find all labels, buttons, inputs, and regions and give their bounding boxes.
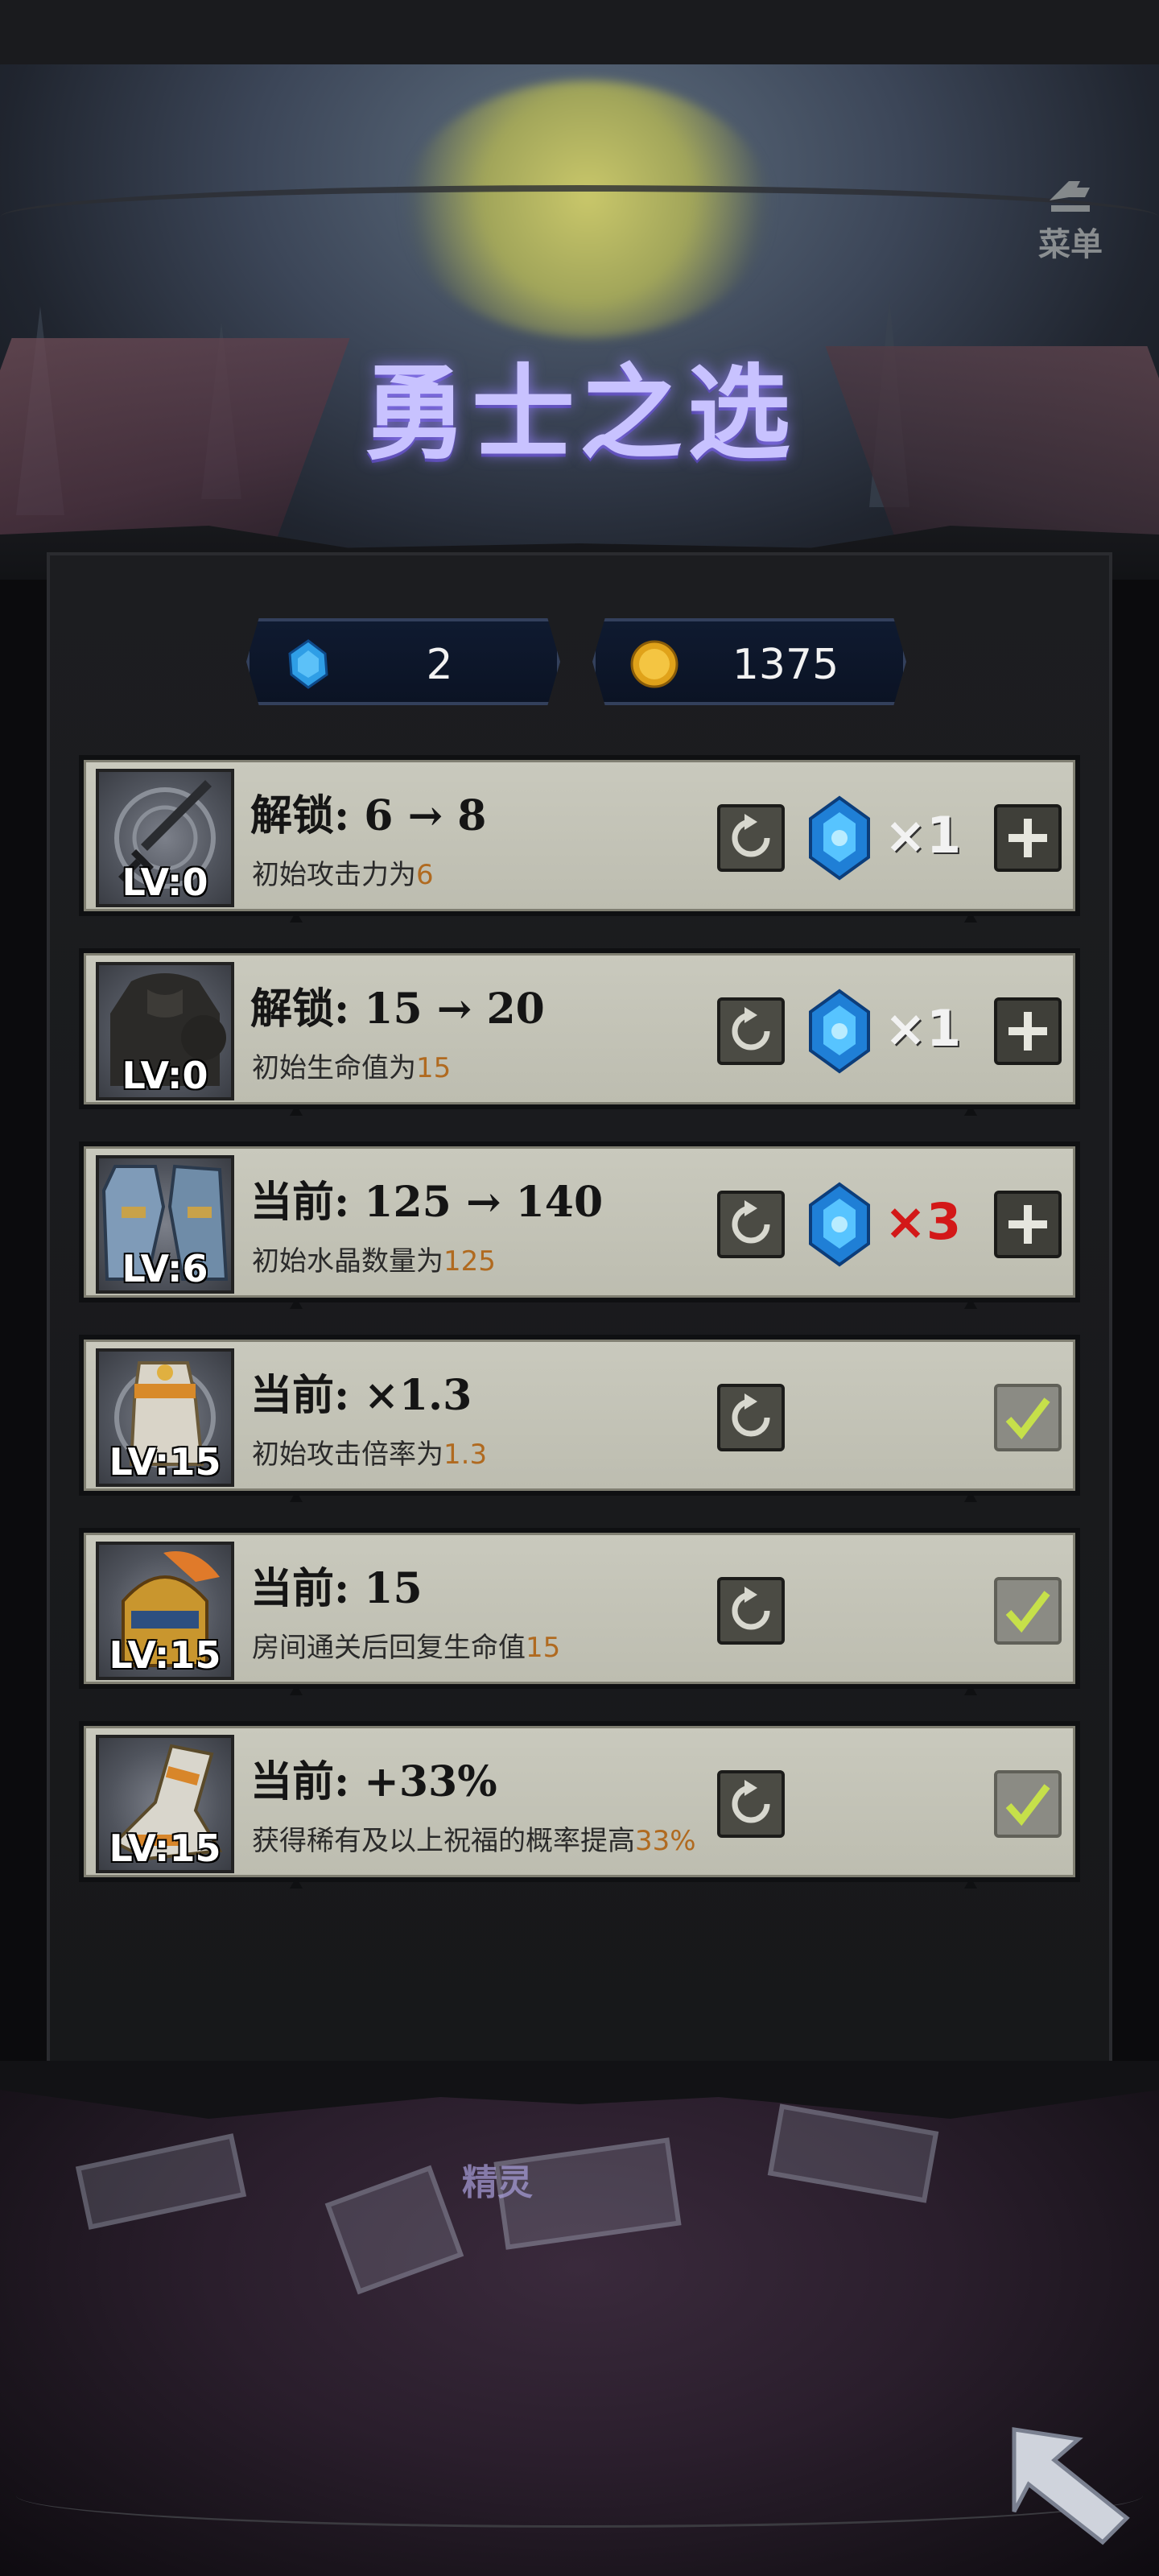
cost-multiplier: ×1 (885, 806, 962, 865)
upgrade-plus-button[interactable] (994, 804, 1062, 872)
level-label: LV:15 (109, 1440, 221, 1484)
ghost-rune-decoration (767, 2103, 939, 2203)
upgrade-title: 当前: ×1.3 (250, 1371, 472, 1420)
plus-icon (1008, 1205, 1047, 1244)
highlight-value: 15 (526, 1632, 561, 1664)
highlight-value: 15 (416, 1052, 452, 1084)
upgrade-row: LV:6 当前: 125 → 140 初始水晶数量为125 ×3 (79, 1141, 1080, 1309)
helmet-icon: LV:15 (96, 1542, 234, 1680)
footer-frame-decoration (0, 2061, 1159, 2119)
upgrade-row: LV:15 当前: ×1.3 初始攻击倍率为1.3 (79, 1335, 1080, 1502)
refresh-icon (732, 1587, 770, 1630)
upgrade-title: 当前: +33% (250, 1757, 497, 1806)
ghost-rune-decoration (324, 2165, 464, 2295)
shoulder-armor-icon: LV:6 (96, 1155, 234, 1294)
upgrade-description: 初始攻击倍率为1.3 (252, 1439, 488, 1471)
reset-button[interactable] (717, 997, 785, 1065)
highlight-value: 6 (416, 859, 434, 891)
highlight-value: 33% (635, 1825, 696, 1857)
reset-button[interactable] (717, 1770, 785, 1838)
level-label: LV:15 (109, 1633, 221, 1677)
upgrade-title: 解锁: 15 → 20 (250, 985, 545, 1034)
upgrade-row: LV:0 解锁: 6 → 8 初始攻击力为6 ×1 (79, 755, 1080, 923)
upgrade-plus-button[interactable] (994, 997, 1062, 1065)
upgrade-description: 房间通关后回复生命值15 (252, 1632, 561, 1664)
crystal-counter: 2 (246, 618, 560, 705)
level-label: LV:0 (122, 1054, 208, 1097)
menu-button[interactable]: 菜单 (1022, 173, 1119, 294)
cost-multiplier: ×1 (885, 999, 962, 1058)
crystal-icon (809, 989, 870, 1074)
level-label: LV:15 (109, 1827, 221, 1870)
level-label: LV:6 (122, 1247, 208, 1290)
gold-counter: 1375 (592, 618, 906, 705)
checkmark-icon (1005, 1591, 1050, 1633)
refresh-icon (732, 814, 770, 857)
maxed-check-button[interactable] (994, 1577, 1062, 1645)
reset-button[interactable] (717, 1577, 785, 1645)
upgrade-title: 当前: 15 (250, 1564, 423, 1613)
upgrade-row: LV:15 当前: +33% 获得稀有及以上祝福的概率提高33% (79, 1721, 1080, 1889)
upgrade-row: LV:0 解锁: 15 → 20 初始生命值为15 ×1 (79, 948, 1080, 1116)
maxed-check-button[interactable] (994, 1770, 1062, 1838)
refresh-icon (732, 1007, 770, 1051)
refresh-icon (732, 1780, 770, 1823)
crystal-icon (809, 1182, 870, 1267)
highlight-value: 1.3 (443, 1439, 488, 1471)
upgrade-title: 解锁: 6 → 8 (250, 791, 487, 840)
ghost-rune-decoration (75, 2133, 247, 2230)
refresh-icon (732, 1200, 770, 1244)
status-bar (0, 0, 1159, 64)
gauntlet-icon: LV:15 (96, 1348, 234, 1487)
upgrade-description: 获得稀有及以上祝福的概率提高33% (252, 1825, 696, 1857)
maxed-check-button[interactable] (994, 1384, 1062, 1451)
greaves-icon: LV:15 (96, 1735, 234, 1873)
menu-icon (1050, 181, 1090, 212)
reset-button[interactable] (717, 1384, 785, 1451)
plus-icon (1008, 1012, 1047, 1051)
checkmark-icon (1005, 1784, 1050, 1827)
level-label: LV:0 (122, 861, 208, 904)
footer-arc-decoration (16, 2463, 1143, 2528)
cost-multiplier: ×3 (885, 1192, 962, 1251)
sprite-label: 精灵 (462, 2162, 533, 2203)
upgrade-title: 当前: 125 → 140 (250, 1178, 604, 1227)
upgrade-plus-button[interactable] (994, 1191, 1062, 1258)
checkmark-icon (1005, 1397, 1050, 1440)
sword-icon: LV:0 (96, 769, 234, 907)
header-banner: 勇士之选 菜单 (0, 64, 1159, 580)
menu-label: 菜单 (1038, 225, 1103, 263)
crystal-count: 2 (426, 641, 453, 689)
page-title: 勇士之选 (363, 353, 795, 474)
reset-button[interactable] (717, 1191, 785, 1258)
armor-icon: LV:0 (96, 962, 234, 1100)
upgrade-description: 初始水晶数量为125 (252, 1245, 496, 1278)
upgrade-row: LV:15 当前: 15 房间通关后回复生命值15 (79, 1528, 1080, 1695)
refresh-icon (732, 1393, 770, 1437)
back-arrow-icon (1012, 2427, 1130, 2545)
back-button[interactable] (1006, 2421, 1143, 2558)
footer-scene: 精灵 (0, 2061, 1159, 2576)
gold-coin-icon (630, 640, 678, 688)
frame-arc-decoration (0, 185, 1159, 250)
crystal-icon (809, 795, 870, 881)
upgrade-description: 初始攻击力为6 (252, 859, 434, 891)
plus-icon (1008, 819, 1047, 857)
upgrade-description: 初始生命值为15 (252, 1052, 452, 1084)
reset-button[interactable] (717, 804, 785, 872)
highlight-value: 125 (443, 1245, 496, 1278)
crystal-icon (288, 639, 328, 689)
gold-count: 1375 (732, 641, 839, 689)
